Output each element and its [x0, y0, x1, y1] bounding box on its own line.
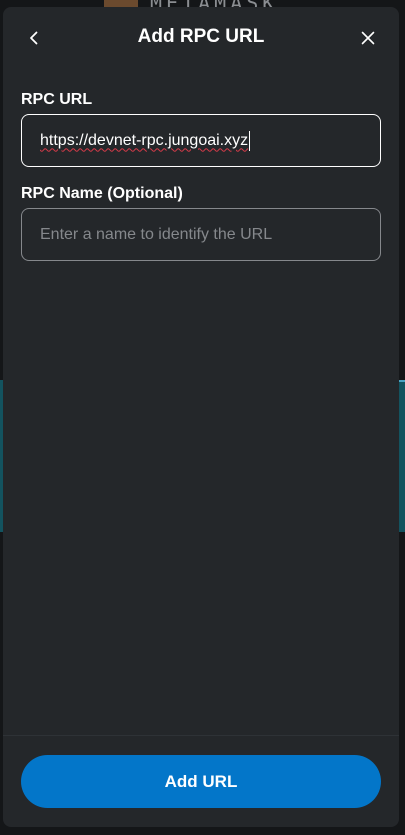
back-button[interactable] — [21, 25, 47, 51]
rpc-name-label: RPC Name (Optional) — [21, 185, 183, 202]
rpc-url-group: RPC URL https://devnet-rpc.jungoai.xyz — [21, 91, 381, 167]
close-icon — [361, 31, 375, 45]
rpc-url-value: https://devnet-rpc.jungoai.xyz — [40, 131, 249, 149]
chevron-left-icon — [30, 31, 38, 45]
rpc-url-input[interactable]: https://devnet-rpc.jungoai.xyz — [21, 114, 381, 167]
dialog-footer: Add URL — [3, 735, 399, 827]
dialog-body: RPC URL https://devnet-rpc.jungoai.xyz R… — [3, 67, 399, 261]
add-rpc-url-dialog: Add RPC URL RPC URL https://devnet-rpc.j… — [3, 7, 399, 827]
add-url-button[interactable]: Add URL — [21, 755, 381, 808]
dialog-title: Add RPC URL — [137, 26, 265, 47]
close-button[interactable] — [355, 25, 381, 51]
rpc-name-placeholder: Enter a name to identify the URL — [40, 225, 273, 243]
text-caret — [249, 130, 251, 151]
dialog-header: Add RPC URL — [3, 7, 399, 67]
rpc-name-input[interactable]: Enter a name to identify the URL — [21, 208, 381, 261]
rpc-url-label: RPC URL — [21, 91, 93, 108]
rpc-name-group: RPC Name (Optional) Enter a name to iden… — [21, 185, 381, 261]
